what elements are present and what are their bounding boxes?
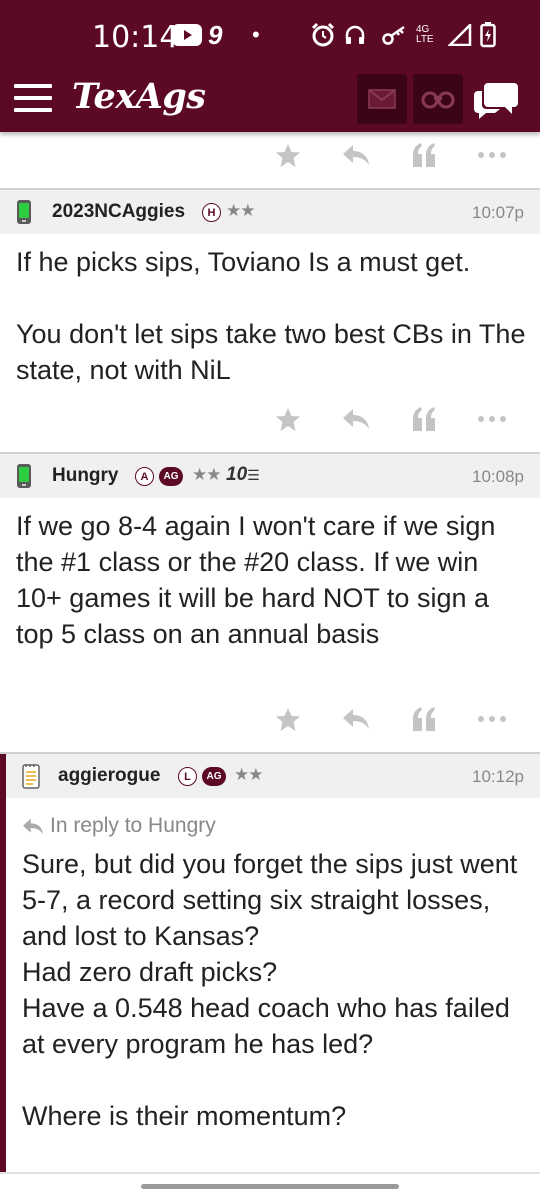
post-body: If he picks sips, Toviano Is a must get.… bbox=[16, 247, 526, 385]
post-actions bbox=[0, 394, 540, 444]
post-time[interactable]: 10:12p bbox=[472, 767, 524, 787]
username[interactable]: 2023NCAggies bbox=[52, 201, 185, 223]
home-indicator[interactable] bbox=[141, 1184, 399, 1189]
youtube-icon bbox=[172, 20, 202, 50]
user-badge: H bbox=[202, 203, 221, 222]
mail-icon bbox=[368, 89, 396, 109]
post-header: Hungry A AG ★★ 10☰ 10:08p bbox=[0, 454, 540, 498]
watching-button[interactable] bbox=[413, 74, 463, 124]
reply-icon[interactable] bbox=[334, 138, 378, 172]
dot-icon: • bbox=[252, 22, 260, 47]
post-body: Sure, but did you forget the sips just w… bbox=[22, 849, 518, 1131]
more-icon[interactable] bbox=[470, 702, 514, 736]
post-header: 2023NCAggies H ★★ 10:07p bbox=[0, 190, 540, 234]
reply-icon[interactable] bbox=[334, 402, 378, 436]
reply-indicator-bar bbox=[0, 754, 6, 1174]
post-actions bbox=[0, 694, 540, 744]
signal-icon bbox=[448, 20, 472, 50]
status-bar: 10:14 9 • 4G LTE bbox=[0, 0, 540, 66]
post-time[interactable]: 10:07p bbox=[472, 203, 524, 223]
more-icon[interactable] bbox=[470, 402, 514, 436]
chat-icon bbox=[474, 83, 518, 119]
user-badge: L bbox=[178, 767, 197, 786]
tenz-badge: 10☰ bbox=[226, 464, 260, 485]
user-stars: ★★ bbox=[234, 765, 264, 784]
binoculars-icon bbox=[421, 91, 455, 109]
key-icon bbox=[382, 20, 408, 50]
user-badge: A bbox=[135, 467, 154, 486]
network-type-label: 4G LTE bbox=[416, 24, 434, 45]
post-time[interactable]: 10:08p bbox=[472, 467, 524, 487]
notification-count: 9 bbox=[208, 19, 223, 50]
reply-icon[interactable] bbox=[334, 702, 378, 736]
quote-icon[interactable] bbox=[402, 702, 446, 736]
quote-icon[interactable] bbox=[402, 138, 446, 172]
phone-icon bbox=[16, 199, 32, 225]
post-actions bbox=[0, 130, 540, 180]
post-body: If we go 8-4 again I won't care if we si… bbox=[16, 511, 496, 649]
ag-badge: AG bbox=[159, 467, 183, 486]
battery-icon bbox=[480, 20, 496, 50]
chat-button[interactable] bbox=[471, 74, 521, 124]
user-stars: ★★ bbox=[192, 465, 222, 484]
star-icon[interactable] bbox=[266, 402, 310, 436]
notepad-icon bbox=[22, 763, 40, 789]
more-icon[interactable] bbox=[470, 138, 514, 172]
star-icon[interactable] bbox=[266, 702, 310, 736]
messages-button[interactable] bbox=[357, 74, 407, 124]
username[interactable]: aggierogue bbox=[58, 765, 160, 787]
menu-icon[interactable] bbox=[14, 82, 54, 114]
texags-logo[interactable]: TexAgs bbox=[72, 76, 206, 117]
alarm-icon bbox=[310, 20, 336, 50]
post-divider bbox=[0, 1172, 540, 1174]
reply-icon bbox=[22, 818, 44, 834]
ag-badge: AG bbox=[202, 767, 226, 786]
app-header: TexAgs bbox=[0, 66, 540, 132]
user-stars: ★★ bbox=[226, 201, 256, 220]
reply-to-label: In reply to Hungry bbox=[50, 814, 216, 837]
status-time: 10:14 bbox=[92, 20, 179, 55]
reply-reference[interactable]: In reply to Hungry bbox=[22, 814, 216, 838]
post-header: aggierogue L AG ★★ 10:12p bbox=[6, 754, 540, 798]
username[interactable]: Hungry bbox=[52, 465, 119, 487]
phone-icon bbox=[16, 463, 32, 489]
quote-icon[interactable] bbox=[402, 402, 446, 436]
star-icon[interactable] bbox=[266, 138, 310, 172]
headphones-icon bbox=[344, 20, 366, 50]
